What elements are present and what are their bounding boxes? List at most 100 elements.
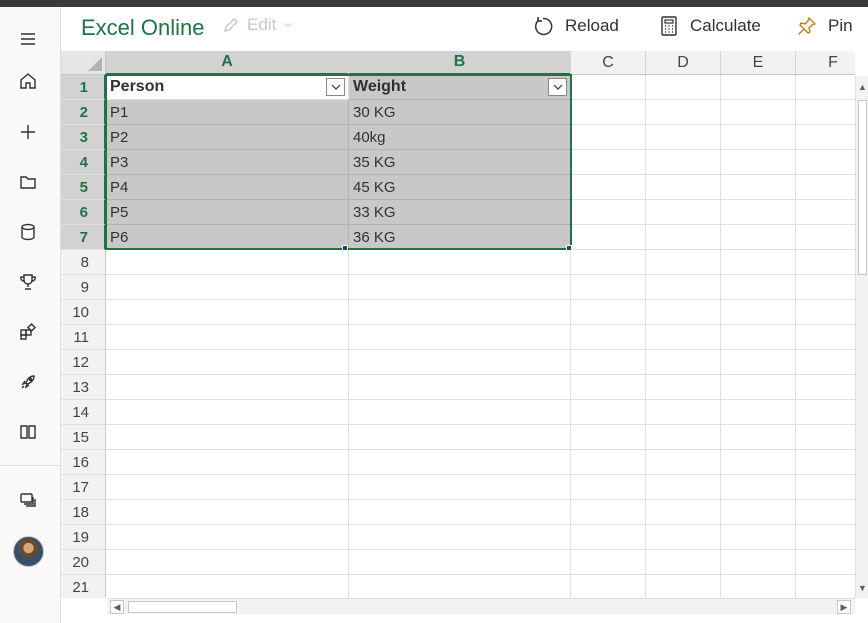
table-cell[interactable]: 45 KG (349, 175, 571, 200)
folder-icon[interactable] (12, 166, 44, 198)
table-header-cell[interactable]: Weight (349, 75, 571, 100)
empty-cell[interactable] (571, 100, 646, 125)
empty-cell[interactable] (571, 425, 646, 450)
row-header[interactable]: 21 (61, 575, 106, 598)
empty-cell[interactable] (646, 225, 721, 250)
empty-cell[interactable] (796, 575, 855, 598)
empty-cell[interactable] (571, 550, 646, 575)
table-cell[interactable]: 30 KG (349, 100, 571, 125)
trophy-icon[interactable] (12, 266, 44, 298)
empty-cell[interactable] (646, 425, 721, 450)
empty-cell[interactable] (349, 475, 571, 500)
row-header[interactable]: 15 (61, 425, 106, 450)
fill-handle[interactable] (566, 245, 572, 251)
empty-cell[interactable] (721, 125, 796, 150)
empty-cell[interactable] (721, 75, 796, 100)
row-header[interactable]: 19 (61, 525, 106, 550)
empty-cell[interactable] (349, 575, 571, 598)
empty-cell[interactable] (349, 500, 571, 525)
empty-cell[interactable] (646, 325, 721, 350)
empty-cell[interactable] (646, 125, 721, 150)
empty-cell[interactable] (796, 150, 855, 175)
empty-cell[interactable] (796, 400, 855, 425)
table-header-cell[interactable]: Person (106, 75, 349, 100)
empty-cell[interactable] (721, 225, 796, 250)
empty-cell[interactable] (796, 450, 855, 475)
book-icon[interactable] (12, 416, 44, 448)
empty-cell[interactable] (106, 325, 349, 350)
empty-cell[interactable] (349, 525, 571, 550)
empty-cell[interactable] (106, 275, 349, 300)
column-header-e[interactable]: E (721, 51, 796, 75)
new-icon[interactable] (12, 116, 44, 148)
empty-cell[interactable] (571, 175, 646, 200)
empty-cell[interactable] (721, 450, 796, 475)
row-header[interactable]: 4 (61, 150, 106, 175)
empty-cell[interactable] (571, 450, 646, 475)
column-header-d[interactable]: D (646, 51, 721, 75)
empty-cell[interactable] (796, 75, 855, 100)
row-header[interactable]: 1 (61, 75, 106, 100)
column-header-f[interactable]: F (796, 51, 855, 75)
empty-cell[interactable] (646, 525, 721, 550)
empty-cell[interactable] (796, 225, 855, 250)
vertical-scroll-thumb[interactable] (858, 100, 867, 275)
table-cell[interactable]: P6 (106, 225, 349, 250)
empty-cell[interactable] (571, 75, 646, 100)
row-header[interactable]: 9 (61, 275, 106, 300)
empty-cell[interactable] (106, 525, 349, 550)
empty-cell[interactable] (646, 250, 721, 275)
empty-cell[interactable] (721, 200, 796, 225)
scroll-left-arrow-icon[interactable]: ◀ (110, 600, 124, 614)
empty-cell[interactable] (571, 525, 646, 550)
empty-cell[interactable] (349, 250, 571, 275)
row-header[interactable]: 2 (61, 100, 106, 125)
select-all-corner[interactable] (61, 51, 106, 75)
empty-cell[interactable] (796, 500, 855, 525)
chat-icon[interactable] (12, 484, 44, 516)
empty-cell[interactable] (646, 275, 721, 300)
empty-cell[interactable] (721, 550, 796, 575)
scroll-right-arrow-icon[interactable]: ▶ (837, 600, 851, 614)
empty-cell[interactable] (571, 400, 646, 425)
avatar[interactable] (13, 536, 44, 567)
row-header[interactable]: 3 (61, 125, 106, 150)
database-icon[interactable] (12, 216, 44, 248)
vertical-scrollbar[interactable]: ▲ ▼ (855, 76, 868, 598)
empty-cell[interactable] (646, 300, 721, 325)
empty-cell[interactable] (349, 400, 571, 425)
empty-cell[interactable] (646, 500, 721, 525)
empty-cell[interactable] (571, 300, 646, 325)
empty-cell[interactable] (106, 400, 349, 425)
empty-cell[interactable] (721, 325, 796, 350)
empty-cell[interactable] (349, 375, 571, 400)
empty-cell[interactable] (571, 325, 646, 350)
empty-cell[interactable] (796, 525, 855, 550)
table-cell[interactable]: P1 (106, 100, 349, 125)
empty-cell[interactable] (349, 550, 571, 575)
empty-cell[interactable] (796, 475, 855, 500)
empty-cell[interactable] (796, 100, 855, 125)
table-cell[interactable]: 33 KG (349, 200, 571, 225)
rocket-icon[interactable] (12, 366, 44, 398)
empty-cell[interactable] (721, 300, 796, 325)
empty-cell[interactable] (721, 500, 796, 525)
empty-cell[interactable] (721, 475, 796, 500)
row-header[interactable]: 17 (61, 475, 106, 500)
empty-cell[interactable] (106, 350, 349, 375)
filter-dropdown-button[interactable] (326, 78, 345, 96)
filter-dropdown-button[interactable] (548, 78, 567, 96)
empty-cell[interactable] (796, 425, 855, 450)
home-icon[interactable] (12, 65, 44, 97)
table-cell[interactable]: P3 (106, 150, 349, 175)
empty-cell[interactable] (796, 200, 855, 225)
empty-cell[interactable] (571, 125, 646, 150)
edit-button[interactable]: Edit (221, 15, 294, 35)
empty-cell[interactable] (796, 550, 855, 575)
row-header[interactable]: 18 (61, 500, 106, 525)
table-cell[interactable]: P5 (106, 200, 349, 225)
empty-cell[interactable] (349, 450, 571, 475)
empty-cell[interactable] (796, 175, 855, 200)
empty-cell[interactable] (721, 150, 796, 175)
row-header[interactable]: 5 (61, 175, 106, 200)
